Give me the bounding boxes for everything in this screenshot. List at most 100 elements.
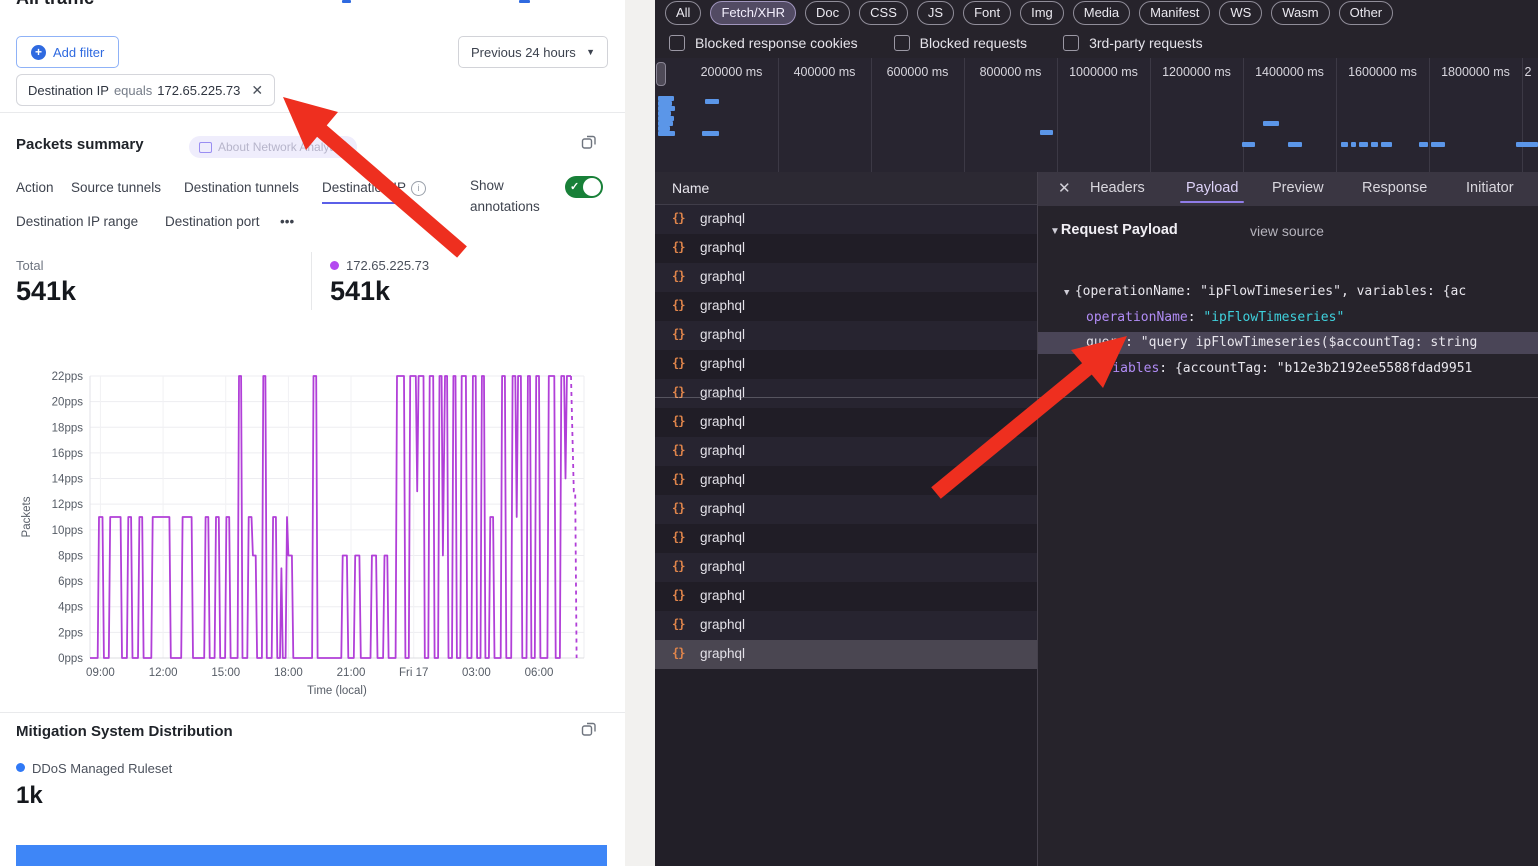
tab-destination-port[interactable]: Destination port [165,214,260,229]
request-row[interactable]: {}graphql [655,350,1037,379]
timeline-divider [1243,58,1244,172]
view-source-link[interactable]: view source [1250,223,1324,239]
filter-pill-other[interactable]: Other [1339,1,1394,25]
detail-tab-headers[interactable]: Headers [1090,180,1145,196]
detail-tab-response[interactable]: Response [1362,180,1427,196]
request-name: graphql [700,588,745,603]
request-row[interactable]: {}graphql [655,582,1037,611]
clipped-toolbar-fragment [519,0,530,3]
toggle-knob [583,178,601,196]
payload-root-line[interactable]: ▼ {operationName: "ipFlowTimeseries", va… [1064,284,1538,299]
tab-[interactable]: ••• [280,214,294,229]
request-row[interactable]: {}graphql [655,205,1037,234]
payload-operation-line: operationName: "ipFlowTimeseries" [1086,310,1538,325]
series-value: 541k [330,276,390,307]
request-filter-pills: All Fetch/XHR Doc CSS JS Font Img Media Manifest… [665,1,1393,26]
request-row[interactable]: {}graphql [655,553,1037,582]
series-label: 172.65.225.73 [346,258,429,273]
timeline-divider [1150,58,1151,172]
filter-pill-fetch-xhr[interactable]: Fetch/XHR [710,1,796,25]
request-row[interactable]: {}graphql [655,408,1037,437]
json-request-icon: {} [672,298,684,312]
json-request-icon: {} [672,356,684,370]
filter-pill-media[interactable]: Media [1073,1,1130,25]
packets-timeseries-chart[interactable]: 0pps2pps4pps6pps8pps10pps12pps14pps16pps… [0,355,625,703]
x-tick-label: 06:00 [525,667,554,679]
checkbox-box[interactable] [894,35,910,51]
checkbox-box[interactable] [1063,35,1079,51]
filter-pill-js[interactable]: JS [917,1,954,25]
request-row[interactable]: {}graphql [655,495,1037,524]
tab-destination-tunnels[interactable]: Destination tunnels [184,180,299,195]
request-row[interactable]: {}graphql [655,611,1037,640]
request-name: graphql [700,472,745,487]
remove-filter-icon[interactable]: ✕ [251,82,263,99]
popout-icon[interactable] [581,134,597,150]
filter-chip[interactable]: Destination IP equals 172.65.225.73 ✕ [16,74,275,106]
request-row[interactable]: {}graphql [655,524,1037,553]
request-list: Name {}graphql{}graphql{}graphql{}graphq… [655,172,1037,866]
payload-query-line[interactable]: query: "query ipFlowTimeseries($accountT… [1086,335,1538,350]
checkbox-label: Blocked response cookies [695,35,858,51]
request-row[interactable]: {}graphql [655,437,1037,466]
request-row[interactable]: {} graphql [655,466,1037,495]
tab-destination-ip[interactable]: Destination IPi [322,180,426,196]
request-row[interactable]: {}graphql [655,379,1037,408]
mitigation-bar[interactable] [16,845,607,866]
request-row[interactable]: {}graphql [655,292,1037,321]
tab-source-tunnels[interactable]: Source tunnels [71,180,161,195]
checkbox-3rd-party-requests[interactable]: 3rd-party requests [1063,35,1203,51]
filter-pill-img[interactable]: Img [1020,1,1064,25]
tab-destination-ip-range[interactable]: Destination IP range [16,214,138,229]
filter-pill-css[interactable]: CSS [859,1,908,25]
network-overview-timeline[interactable]: 200000 ms400000 ms600000 ms800000 ms1000… [655,58,1538,173]
time-range-dropdown[interactable]: Previous 24 hours ▼ [458,36,608,68]
info-icon[interactable]: i [411,181,426,196]
request-payload-header[interactable]: ▼Request Payload [1050,222,1178,238]
payload-variables-line[interactable]: ▶ variables: {accountTag: "b12e3b2192ee5… [1078,361,1538,376]
detail-tab-payload[interactable]: Payload [1186,180,1238,196]
filter-pill-all[interactable]: All [665,1,701,25]
popout-icon[interactable] [581,721,597,737]
show-annotations-toggle[interactable]: ✓ [565,176,603,198]
active-tab-underline [1180,201,1244,204]
json-string-value: "ipFlowTimeseries" [1203,310,1344,325]
badge-label: About Network Analytics [218,140,347,154]
json-request-icon: {} [672,472,684,486]
request-row[interactable]: {}graphql [655,640,1037,669]
filter-pill-ws[interactable]: WS [1219,1,1262,25]
timeline-divider [1336,58,1337,172]
checkbox-box[interactable] [669,35,685,51]
timeline-label-clipped: 2 [1525,65,1532,79]
y-tick-label: 4pps [58,602,83,614]
expander-down-icon: ▼ [1050,226,1060,237]
request-row[interactable]: {}graphql [655,263,1037,292]
tab-action[interactable]: Action [16,180,54,195]
add-filter-button[interactable]: + Add filter [16,36,119,68]
request-timing-mark [705,99,719,104]
request-timing-mark [1371,142,1378,147]
packets-summary-title: Packets summary [16,136,144,153]
request-name: graphql [700,327,745,342]
timeline-handle[interactable] [656,62,666,86]
section-divider [0,112,625,113]
filter-pill-doc[interactable]: Doc [805,1,850,25]
show-annotations-label: Show annotations [470,175,556,217]
checkbox-blocked-requests[interactable]: Blocked requests [894,35,1027,51]
filter-pill-font[interactable]: Font [963,1,1011,25]
request-name: graphql [700,443,745,458]
timeline-label: 1600000 ms [1348,65,1417,79]
detail-tab-initiator[interactable]: Initiator [1466,180,1514,196]
y-tick-label: 12pps [52,499,84,511]
timeline-divider [1522,58,1523,172]
x-tick-label: 09:00 [86,667,115,679]
filter-pill-manifest[interactable]: Manifest [1139,1,1210,25]
close-icon[interactable]: ✕ [1058,179,1071,197]
request-row[interactable]: {}graphql [655,234,1037,263]
detail-tab-preview[interactable]: Preview [1272,180,1324,196]
filter-pill-wasm[interactable]: Wasm [1271,1,1329,25]
name-column-header[interactable]: Name [655,172,1037,205]
request-row[interactable]: {}graphql [655,321,1037,350]
x-axis-label: Time (local) [307,685,367,697]
checkbox-blocked-response-cookies[interactable]: Blocked response cookies [669,35,858,51]
